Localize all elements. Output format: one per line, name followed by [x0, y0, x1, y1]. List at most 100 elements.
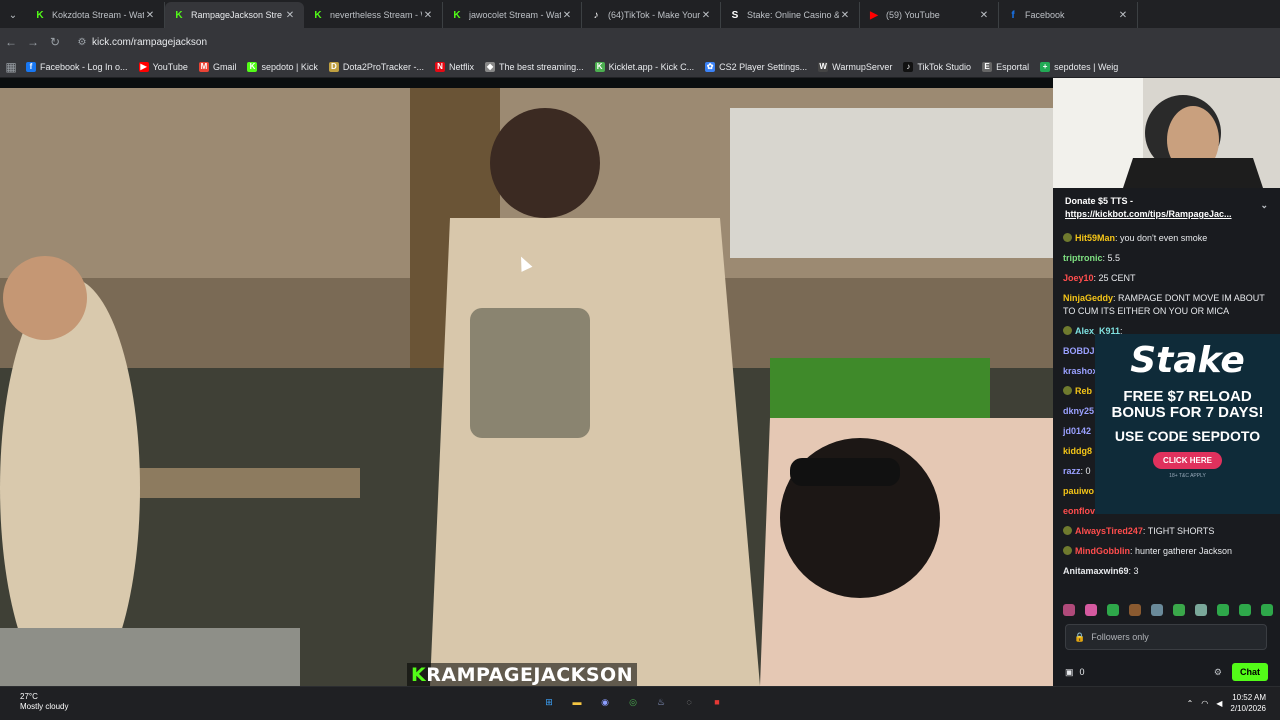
emote-icon[interactable] [1217, 604, 1229, 616]
stream-video[interactable]: K RAMPAGEJACKSON [0, 88, 1053, 686]
bookmark-favicon-icon: ▶ [138, 61, 149, 72]
chat-send-button[interactable]: Chat [1232, 663, 1268, 681]
browser-tab[interactable]: K Kokzdota Stream - Watch ✕ [26, 2, 165, 28]
emote-icon[interactable] [1173, 604, 1185, 616]
tab-search-icon[interactable]: ⌄ [0, 2, 26, 28]
clock[interactable]: 10:52 AM 2/10/2026 [1230, 692, 1266, 714]
chat-username[interactable]: Reb [1075, 386, 1092, 396]
gear-icon[interactable]: ⚙ [1214, 667, 1222, 678]
tab-favicon-icon: K [453, 9, 461, 21]
bookmark-item[interactable]: N Netflix [435, 61, 474, 72]
bookmark-item[interactable]: W WarmupServer [818, 61, 893, 72]
taskbar-apps: ⊞ ▬ ◉ ◎ ♨ ◌ ■ [540, 693, 726, 711]
emote-icon[interactable] [1239, 604, 1251, 616]
chrome-icon[interactable]: ◎ [624, 693, 642, 711]
close-icon[interactable]: ✕ [422, 10, 434, 21]
chat-username[interactable]: krashox [1063, 366, 1098, 376]
browser-tab[interactable]: S Stake: Online Casino & Sp✕ [721, 2, 860, 28]
chat-username[interactable]: jd0142 [1063, 426, 1091, 436]
chat-username[interactable]: pauiwo [1063, 486, 1094, 496]
chat-username[interactable]: razz [1063, 466, 1081, 476]
chat-username[interactable]: eonflov [1063, 506, 1095, 516]
chat-text: : 5.5 [1102, 253, 1121, 263]
stake-ad-banner[interactable]: Stake FREE $7 RELOAD BONUS FOR 7 DAYS! U… [1095, 334, 1280, 514]
chat-username[interactable]: dkny25 [1063, 406, 1094, 416]
chevron-down-icon[interactable]: ⌄ [1260, 200, 1268, 211]
page-content: K RAMPAGEJACKSON Donate $5 TTS - https://… [0, 78, 1280, 686]
browser-tab[interactable]: f Facebook ✕ [999, 2, 1138, 28]
bookmark-item[interactable]: M Gmail [198, 61, 236, 72]
bookmark-item[interactable]: Ksepdoto | Kick [247, 61, 318, 72]
bookmark-item[interactable]: + sepdotes | Weig [1040, 61, 1118, 72]
pinned-link[interactable]: https://kickbot.com/tips/RampageJac... [1065, 209, 1268, 219]
close-icon[interactable]: ✕ [839, 10, 851, 21]
forward-icon[interactable]: → [22, 35, 44, 49]
browser-tab[interactable]: ▶ (59) YouTube ✕ [860, 2, 999, 28]
network-icon[interactable]: ◠ [1201, 699, 1208, 708]
bookmark-item[interactable]: ♪ TikTok Studio [903, 61, 971, 72]
system-tray: ⌃ ◠ ◀ 10:52 AM 2/10/2026 [1187, 692, 1266, 714]
browser-tab[interactable]: ♪ (64)TikTok - Make Your D ✕ [582, 2, 721, 28]
bookmark-item[interactable]: D Dota2ProTracker -... [328, 61, 424, 72]
site-info-icon[interactable]: ⚙ [72, 37, 92, 48]
close-icon[interactable]: ✕ [978, 10, 990, 21]
emote-icon[interactable] [1195, 604, 1207, 616]
weather-widget[interactable]: 27°C Mostly cloudy [20, 692, 68, 712]
discord-icon[interactable]: ◉ [596, 693, 614, 711]
reload-icon[interactable]: ↻ [44, 35, 66, 49]
bookmark-item[interactable]: ✿ CS2 Player Settings... [705, 61, 807, 72]
clock-date: 2/10/2026 [1230, 704, 1266, 713]
chevron-up-icon[interactable]: ⌃ [1187, 699, 1194, 708]
chat-username[interactable]: BOBDJ [1063, 346, 1095, 356]
close-icon[interactable]: ✕ [284, 10, 296, 21]
close-icon[interactable]: ✕ [700, 10, 712, 21]
close-icon[interactable]: ✕ [561, 10, 573, 21]
obs-icon[interactable]: ◌ [680, 693, 698, 711]
chat-username[interactable]: Hit59Man [1075, 233, 1115, 243]
chat-username[interactable]: kiddg8 [1063, 446, 1092, 456]
chat-username[interactable]: Joey10 [1063, 273, 1094, 283]
emote-bar [1063, 604, 1273, 616]
close-icon[interactable]: ✕ [144, 10, 156, 21]
windows-start-icon[interactable]: ⊞ [540, 693, 558, 711]
chat-username[interactable]: Anitamaxwin69 [1063, 566, 1129, 576]
chat-input[interactable]: 🔒 Followers only [1065, 624, 1267, 650]
address-bar[interactable]: ⚙ kick.com/rampagejackson [72, 31, 1052, 53]
emote-icon[interactable] [1085, 604, 1097, 616]
chat-username[interactable]: NinjaGeddy [1063, 293, 1113, 303]
file-explorer-icon[interactable]: ▬ [568, 693, 586, 711]
emote-icon[interactable] [1129, 604, 1141, 616]
browser-tab[interactable]: K RampageJackson Stre ✕ [165, 2, 304, 28]
bookmark-item[interactable]: K Kicklet.app - Kick C... [594, 61, 694, 72]
bookmark-favicon-icon: K [247, 61, 258, 72]
back-icon[interactable]: ← [0, 35, 22, 49]
volume-icon[interactable]: ◀ [1216, 699, 1222, 708]
chat-text: : 3 [1128, 566, 1139, 576]
emote-icon[interactable] [1107, 604, 1119, 616]
bookmark-item[interactable]: E Esportal [982, 61, 1029, 72]
browser-toolbar: ← → ↻ ⚙ kick.com/rampagejackson [0, 28, 1280, 56]
chat-username[interactable]: MindGobblin [1075, 546, 1130, 556]
bookmark-item[interactable]: f Facebook - Log In o... [26, 61, 128, 72]
bookmark-favicon-icon: M [198, 61, 209, 72]
bookmark-item[interactable]: ▶ YouTube [138, 61, 188, 72]
bookmark-label: WarmupServer [832, 61, 893, 72]
chat-username[interactable]: AlwaysTired247 [1075, 526, 1143, 536]
steam-icon[interactable]: ♨ [652, 693, 670, 711]
ad-click-button[interactable]: CLICK HERE [1153, 452, 1222, 469]
browser-tab[interactable]: Kjawocolet Stream - Watch ✕ [443, 2, 582, 28]
emote-icon[interactable] [1063, 604, 1075, 616]
tab-title: (64)TikTok - Make Your D [608, 10, 700, 20]
bookmark-item[interactable]: ◆ The best streaming... [485, 61, 584, 72]
bookmark-favicon-icon: W [818, 61, 829, 72]
stake-logo: Stake [1130, 340, 1245, 381]
badge-icon [1063, 326, 1072, 335]
apps-grid-icon[interactable]: ▦ [0, 60, 22, 74]
emote-icon[interactable] [1151, 604, 1163, 616]
emote-icon[interactable] [1261, 604, 1273, 616]
browser-tab[interactable]: Knevertheless Stream - Wa✕ [304, 2, 443, 28]
pinned-message[interactable]: Donate $5 TTS - https://kickbot.com/tips… [1053, 188, 1280, 228]
close-icon[interactable]: ✕ [1117, 10, 1129, 21]
app-icon[interactable]: ■ [708, 693, 726, 711]
chat-username[interactable]: triptronic [1063, 253, 1103, 263]
